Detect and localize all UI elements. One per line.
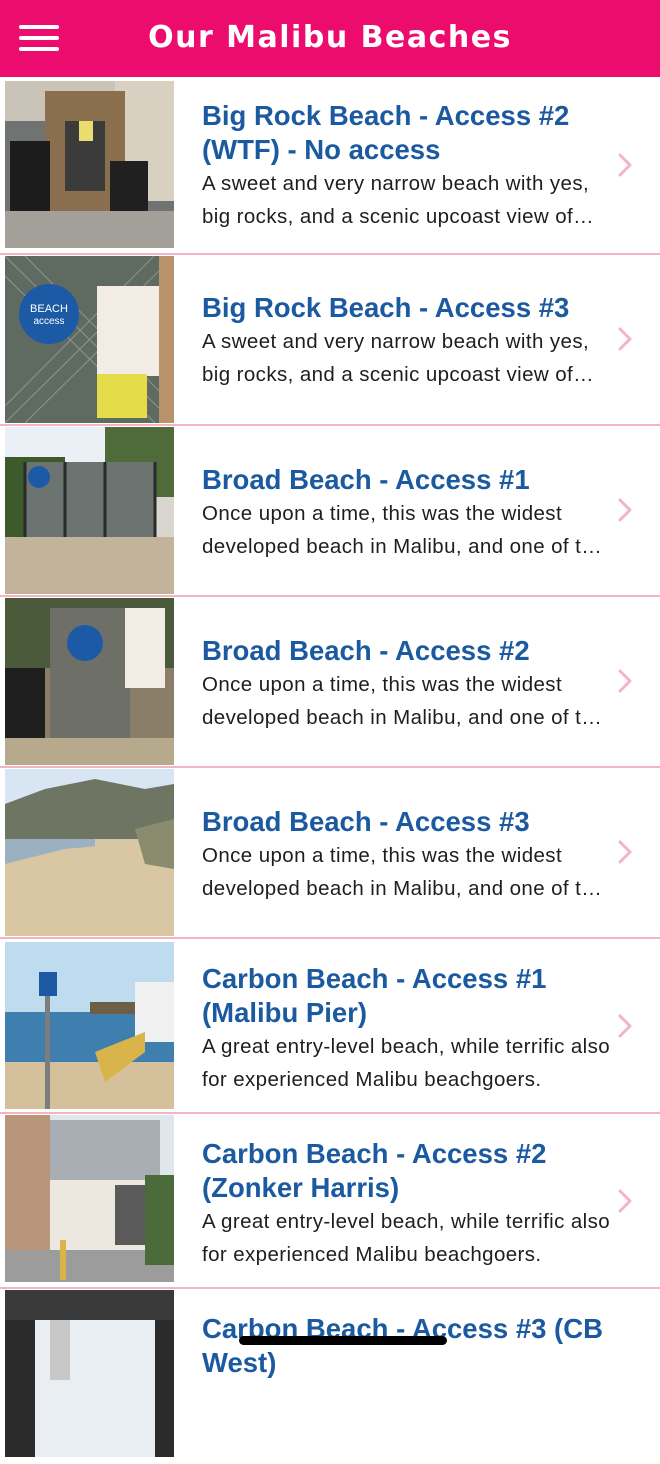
beach-list-item[interactable]: Carbon Beach - Access #3 (CB West)	[0, 1289, 660, 1464]
beach-title: Big Rock Beach - Access #2 (WTF) - No ac…	[202, 100, 570, 165]
beach-title: Carbon Beach - Access #1 (Malibu Pier)	[202, 963, 547, 1028]
svg-text:access: access	[33, 316, 64, 327]
home-indicator[interactable]	[239, 1336, 447, 1345]
beach-title: Broad Beach - Access #3	[202, 806, 530, 837]
beach-list-item[interactable]: Broad Beach - Access #1 Once upon a time…	[0, 426, 660, 597]
chevron-right-icon	[617, 1188, 633, 1214]
beach-thumbnail: BEACH access	[5, 256, 174, 423]
beach-description: A great entry-level beach, while terrifi…	[202, 1210, 611, 1266]
beach-thumbnail	[5, 598, 174, 765]
beach-title: Carbon Beach - Access #2 (Zonker Harris)	[202, 1138, 547, 1203]
chevron-right-icon	[617, 152, 633, 178]
page-title: Our Malibu Beaches	[148, 20, 512, 55]
app-header: Our Malibu Beaches	[0, 0, 660, 77]
beach-thumbnail	[5, 427, 174, 594]
beach-thumbnail	[5, 81, 174, 248]
beach-list-item[interactable]: Carbon Beach - Access #2 (Zonker Harris)…	[0, 1114, 660, 1289]
beach-thumbnail	[5, 942, 174, 1109]
beach-list-item[interactable]: Big Rock Beach - Access #2 (WTF) - No ac…	[0, 77, 660, 255]
beach-title: Carbon Beach - Access #3 (CB West)	[202, 1313, 603, 1378]
beach-thumbnail	[5, 1290, 174, 1457]
chevron-right-icon	[617, 839, 633, 865]
beach-list-item[interactable]: Carbon Beach - Access #1 (Malibu Pier) A…	[0, 939, 660, 1114]
beach-title: Broad Beach - Access #1	[202, 464, 530, 495]
beach-list-item[interactable]: Broad Beach - Access #3 Once upon a time…	[0, 768, 660, 939]
beach-thumbnail	[5, 1115, 174, 1282]
beach-description: A sweet and very narrow beach with yes, …	[202, 172, 590, 228]
chevron-right-icon	[617, 326, 633, 352]
beach-thumbnail	[5, 769, 174, 936]
beach-description: A sweet and very narrow beach with yes, …	[202, 330, 590, 386]
beach-list-item[interactable]: BEACH access Big Rock Beach - Access #3 …	[0, 255, 660, 426]
beach-title: Big Rock Beach - Access #3	[202, 292, 570, 323]
beach-description: A great entry-level beach, while terrifi…	[202, 1035, 611, 1091]
beach-description: Once upon a time, this was the widest de…	[202, 502, 605, 558]
beach-list-item[interactable]: Broad Beach - Access #2 Once upon a time…	[0, 597, 660, 768]
beach-description: Once upon a time, this was the widest de…	[202, 844, 605, 900]
beach-description: Once upon a time, this was the widest de…	[202, 673, 605, 729]
chevron-right-icon	[617, 497, 633, 523]
chevron-right-icon	[617, 668, 633, 694]
chevron-right-icon	[617, 1013, 633, 1039]
beach-title: Broad Beach - Access #2	[202, 635, 530, 666]
svg-text:BEACH: BEACH	[30, 303, 68, 315]
